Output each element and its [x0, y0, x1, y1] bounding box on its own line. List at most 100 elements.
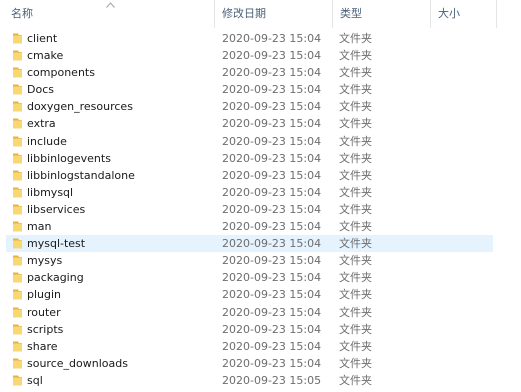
file-name[interactable]: include [27, 133, 67, 150]
column-header-date-modified[interactable]: 修改日期 [214, 0, 332, 28]
date-modified: 2020-09-23 15:04 [222, 254, 322, 268]
folder-row[interactable]: man 2020-09-23 15:04 文件夹 [0, 218, 521, 235]
folder-row[interactable]: scripts 2020-09-23 15:04 文件夹 [0, 321, 521, 338]
column-header-size[interactable]: 大小 [430, 0, 496, 28]
folder-row[interactable]: mysql-test 2020-09-23 15:04 文件夹 [0, 235, 521, 253]
folder-icon [12, 306, 23, 319]
file-name[interactable]: libbinlogstandalone [27, 167, 135, 184]
file-type: 文件夹 [339, 100, 372, 114]
folder-row[interactable]: libmysql 2020-09-23 15:04 文件夹 [0, 184, 521, 201]
column-header-name[interactable]: 名称 [3, 0, 214, 28]
file-type: 文件夹 [339, 220, 372, 234]
date-modified: 2020-09-23 15:04 [222, 185, 322, 199]
folder-row[interactable]: include 2020-09-23 15:04 文件夹 [0, 133, 521, 150]
file-name[interactable]: plugin [27, 286, 61, 303]
file-type: 文件夹 [339, 254, 372, 268]
date-modified: 2020-09-23 15:04 [222, 271, 322, 285]
folder-row[interactable]: mysys 2020-09-23 15:04 文件夹 [0, 252, 521, 269]
folder-row[interactable]: source_downloads 2020-09-23 15:04 文件夹 [0, 355, 521, 372]
date-modified: 2020-09-23 15:04 [222, 83, 322, 97]
file-type: 文件夹 [339, 373, 372, 387]
folder-icon [12, 340, 23, 353]
file-name[interactable]: source_downloads [27, 355, 128, 372]
file-name[interactable]: extra [27, 115, 56, 132]
folder-row[interactable]: Docs 2020-09-23 15:04 文件夹 [0, 81, 521, 98]
folder-icon [12, 288, 23, 301]
file-type: 文件夹 [339, 32, 372, 45]
file-name[interactable]: components [27, 64, 95, 81]
folder-icon [12, 49, 23, 62]
date-modified: 2020-09-23 15:04 [222, 66, 322, 80]
date-modified: 2020-09-23 15:04 [222, 100, 322, 114]
date-modified: 2020-09-23 15:04 [222, 339, 322, 353]
folder-icon [12, 117, 23, 130]
folder-row[interactable]: router 2020-09-23 15:04 文件夹 [0, 304, 521, 321]
folder-icon [12, 152, 23, 165]
column-header-type[interactable]: 类型 [332, 0, 430, 28]
file-name[interactable]: share [27, 338, 58, 355]
file-name[interactable]: mysys [27, 252, 62, 269]
file-type: 文件夹 [339, 202, 372, 216]
file-list: client 2020-09-23 15:04 文件夹 cmake 2020-09-23… [0, 30, 521, 389]
folder-row[interactable]: doxygen_resources 2020-09-23 15:04 文件夹 [0, 98, 521, 115]
file-type: 文件夹 [339, 322, 372, 336]
date-modified: 2020-09-23 15:04 [222, 322, 322, 336]
date-modified: 2020-09-23 15:04 [222, 117, 322, 131]
file-type: 文件夹 [339, 356, 372, 370]
date-modified: 2020-09-23 15:04 [222, 32, 322, 45]
file-name[interactable]: client [27, 30, 57, 47]
file-type: 文件夹 [339, 168, 372, 182]
column-divider[interactable] [496, 0, 497, 28]
file-name[interactable]: libbinlogevents [27, 150, 111, 167]
date-modified: 2020-09-23 15:04 [222, 305, 322, 319]
date-modified: 2020-09-23 15:04 [222, 151, 322, 165]
date-modified: 2020-09-23 15:04 [222, 220, 322, 234]
folder-icon [12, 100, 23, 113]
column-header-bar: 名称 修改日期 类型 大小 [0, 0, 521, 28]
folder-icon [12, 66, 23, 79]
folder-row[interactable]: share 2020-09-23 15:04 文件夹 [0, 338, 521, 355]
folder-row[interactable]: client 2020-09-23 15:04 文件夹 [0, 30, 521, 47]
file-name[interactable]: sql [27, 372, 43, 389]
folder-row[interactable]: libservices 2020-09-23 15:04 文件夹 [0, 201, 521, 218]
folder-row[interactable]: cmake 2020-09-23 15:04 文件夹 [0, 47, 521, 64]
date-modified: 2020-09-23 15:04 [222, 356, 322, 370]
folder-row[interactable]: libbinlogevents 2020-09-23 15:04 文件夹 [0, 150, 521, 167]
file-name[interactable]: Docs [27, 81, 54, 98]
file-name[interactable]: doxygen_resources [27, 98, 133, 115]
folder-row[interactable]: plugin 2020-09-23 15:04 文件夹 [0, 286, 521, 303]
folder-icon [12, 374, 23, 387]
file-name[interactable]: libmysql [27, 184, 73, 201]
folder-row[interactable]: libbinlogstandalone 2020-09-23 15:04 文件夹 [0, 167, 521, 184]
folder-row[interactable]: extra 2020-09-23 15:04 文件夹 [0, 115, 521, 132]
folder-row[interactable]: components 2020-09-23 15:04 文件夹 [0, 64, 521, 81]
date-modified: 2020-09-23 15:04 [222, 202, 322, 216]
folder-icon [12, 237, 23, 250]
file-type: 文件夹 [339, 185, 372, 199]
folder-icon [12, 357, 23, 370]
file-name[interactable]: scripts [27, 321, 63, 338]
file-name[interactable]: libservices [27, 201, 85, 218]
file-type: 文件夹 [339, 305, 372, 319]
file-name[interactable]: packaging [27, 269, 84, 286]
file-type: 文件夹 [339, 339, 372, 353]
folder-icon [12, 323, 23, 336]
file-name[interactable]: man [27, 218, 51, 235]
file-type: 文件夹 [339, 134, 372, 148]
file-type: 文件夹 [339, 288, 372, 302]
file-type: 文件夹 [339, 117, 372, 131]
date-modified: 2020-09-23 15:04 [222, 288, 322, 302]
date-modified: 2020-09-23 15:04 [222, 134, 322, 148]
date-modified: 2020-09-23 15:04 [222, 168, 322, 182]
folder-row[interactable]: sql 2020-09-23 15:05 文件夹 [0, 372, 521, 389]
folder-icon [12, 186, 23, 199]
file-name[interactable]: router [27, 304, 61, 321]
file-name[interactable]: mysql-test [27, 235, 85, 252]
file-name[interactable]: cmake [27, 47, 63, 64]
date-modified: 2020-09-23 15:04 [222, 49, 322, 63]
file-type: 文件夹 [339, 66, 372, 80]
folder-icon [12, 220, 23, 233]
folder-icon [12, 271, 23, 284]
folder-row[interactable]: packaging 2020-09-23 15:04 文件夹 [0, 269, 521, 286]
file-type: 文件夹 [339, 49, 372, 63]
